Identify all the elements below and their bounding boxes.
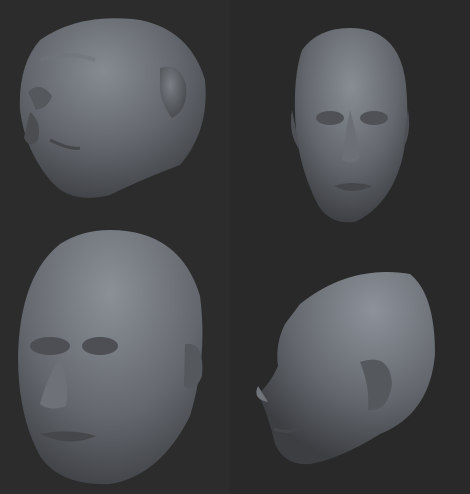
head-sculpt-three-quarter	[18, 230, 203, 485]
render-grid	[0, 0, 470, 494]
head-render-bottom-left	[0, 216, 230, 494]
head-render-top-left	[0, 0, 230, 216]
head-sculpt-tilted	[19, 18, 206, 198]
head-render-top-right	[230, 0, 470, 254]
head-sculpt-front	[291, 28, 410, 223]
head-sculpt-profile	[256, 272, 435, 465]
head-render-bottom-right	[230, 254, 470, 494]
